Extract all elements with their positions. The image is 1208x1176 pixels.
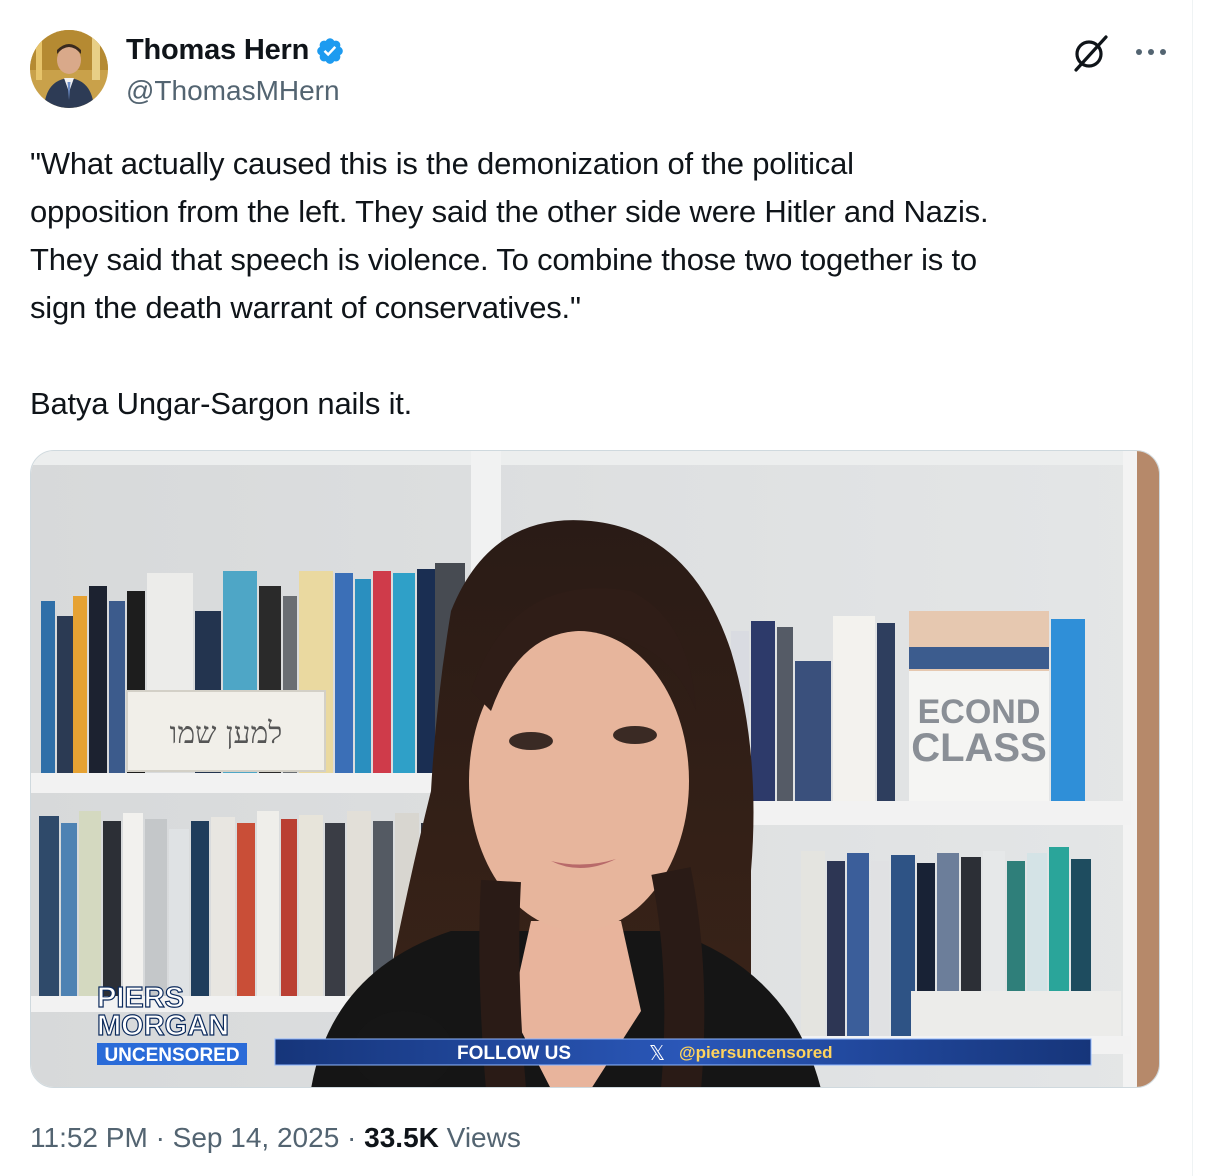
- author-handle[interactable]: @ThomasMHern: [126, 75, 340, 107]
- grok-icon[interactable]: [1070, 32, 1112, 74]
- tweet-time[interactable]: 11:52 PM: [30, 1122, 148, 1153]
- meta-separator: ·: [155, 1122, 165, 1153]
- tweet-line: sign the death warrant of conservatives.…: [30, 290, 581, 325]
- avatar[interactable]: [30, 30, 108, 108]
- hebrew-sign-text: למען שמו: [170, 716, 283, 751]
- show-logo-line3: UNCENSORED: [104, 1045, 239, 1066]
- book-title-line2: CLASS: [911, 726, 1047, 770]
- verified-badge-icon: [315, 36, 345, 66]
- column-divider: [1192, 0, 1193, 1176]
- more-horizontal-icon[interactable]: [1126, 32, 1176, 72]
- tweet-line: Batya Ungar-Sargon nails it.: [30, 386, 413, 421]
- display-name[interactable]: Thomas Hern: [126, 34, 309, 67]
- tweet-line: opposition from the left. They said the …: [30, 194, 989, 229]
- views-count: 33.5K: [364, 1122, 439, 1153]
- tweet-line: They said that speech is violence. To co…: [30, 242, 977, 277]
- tweet-date[interactable]: Sep 14, 2025: [173, 1122, 340, 1153]
- tweet-line: "What actually caused this is the demoni…: [30, 146, 854, 181]
- views-label: Views: [446, 1122, 521, 1153]
- meta-separator: ·: [347, 1122, 357, 1153]
- show-logo-line2: MORGAN: [97, 1010, 229, 1042]
- video-thumbnail[interactable]: למען שמו ECOND CLASS PIERS MORGAN UNCENS…: [30, 450, 1160, 1088]
- tweet-meta: 11:52 PM · Sep 14, 2025 · 33.5K Views: [30, 1122, 521, 1154]
- x-logo-icon: 𝕏: [649, 1041, 665, 1065]
- tweet-header: Thomas Hern @ThomasMHern: [30, 30, 1170, 110]
- follow-us-text: FOLLOW US: [457, 1043, 571, 1064]
- tweet-text: "What actually caused this is the demoni…: [30, 140, 1170, 428]
- name-row: Thomas Hern: [126, 34, 345, 67]
- follow-handle-text: @piersuncensored: [679, 1043, 833, 1062]
